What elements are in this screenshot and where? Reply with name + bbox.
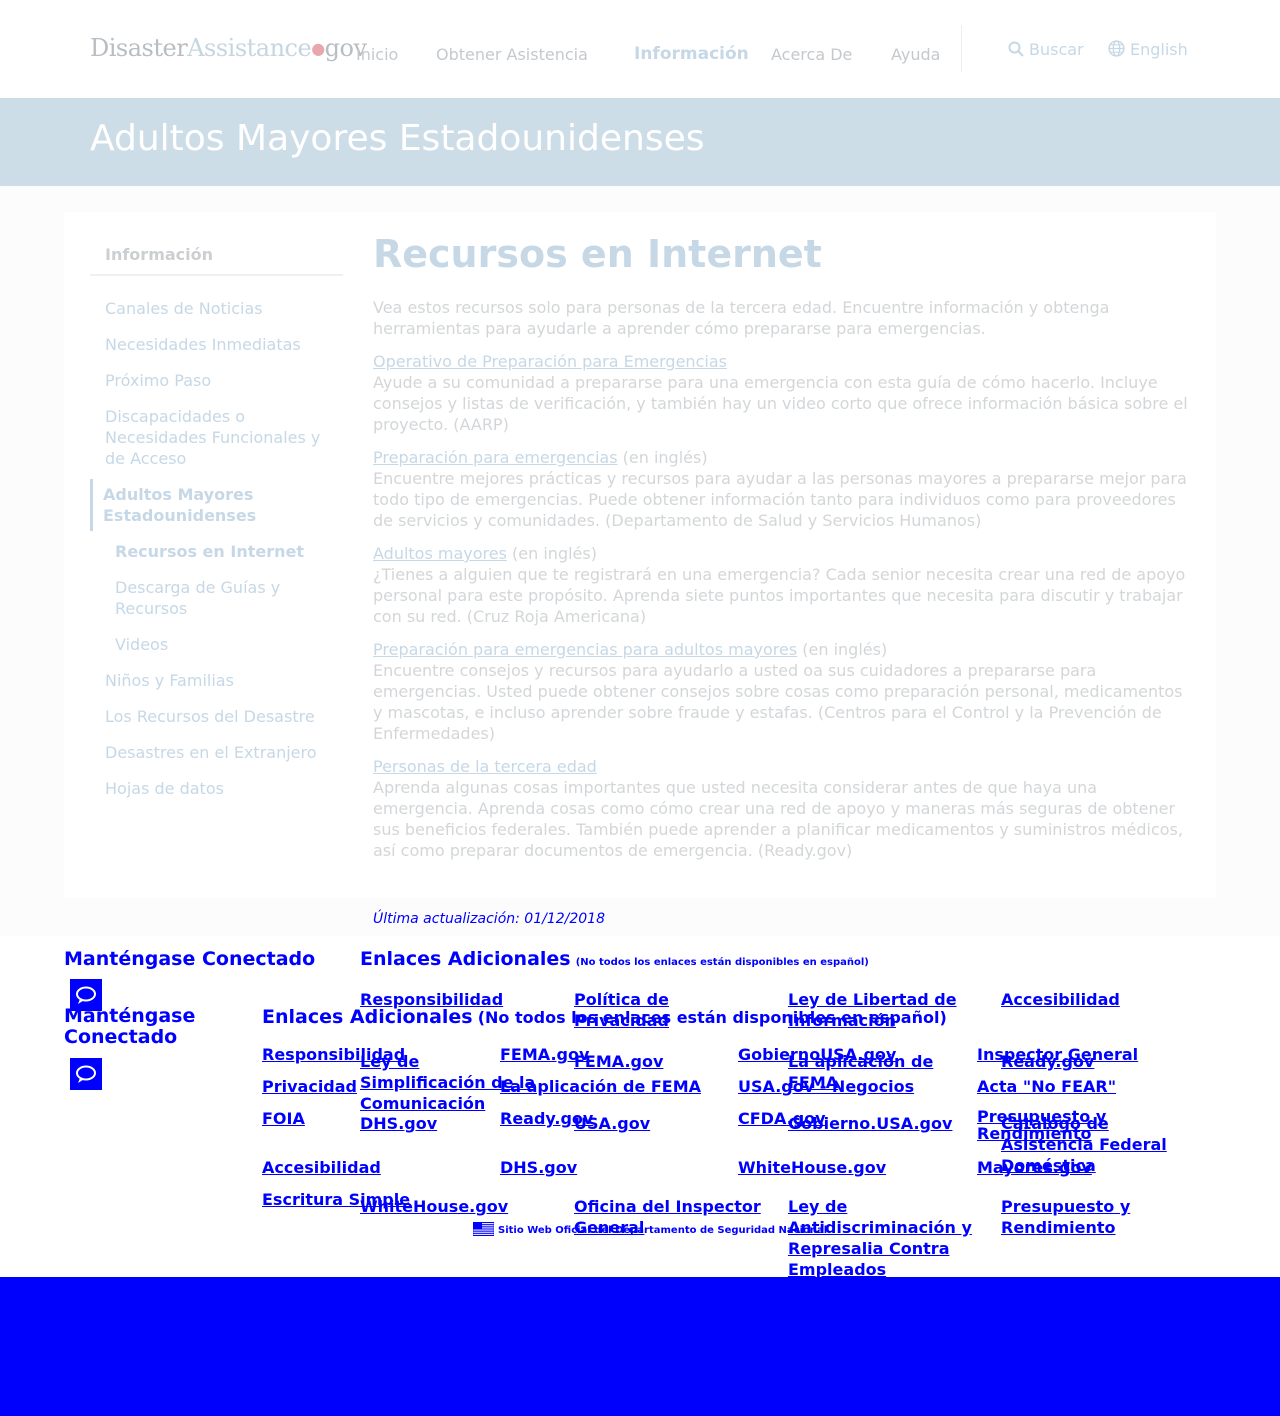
footer-connect-heading: Manténgase Conectado — [64, 948, 316, 970]
footer-links-note: (No todos los enlaces están disponibles … — [575, 957, 869, 968]
sidebar-item-canales-de-noticias[interactable]: Canales de Noticias — [105, 298, 330, 319]
search-icon — [1008, 41, 1024, 57]
nav-obtener-asistencia[interactable]: Obtener Asistencia — [436, 45, 588, 64]
resource-item: Preparación para emergencias (en inglés)… — [373, 447, 1195, 531]
content-body: Vea estos recursos solo para personas de… — [373, 297, 1195, 873]
footer-links-note-alt: (No todos los enlaces están disponibles … — [477, 1008, 947, 1027]
footer-link[interactable]: USA.gov — [574, 1113, 764, 1134]
footer-links-heading: Enlaces Adicionales — [360, 948, 571, 970]
resource-note: (en inglés) — [506, 544, 597, 563]
sidebar-subitem-recursos-en-internet[interactable]: Recursos en Internet — [115, 541, 325, 562]
page-title: Adultos Mayores Estadounidenses — [90, 118, 705, 159]
footer-alt-link[interactable]: Accesibilidad — [262, 1157, 381, 1178]
footer-link[interactable]: Accesibilidad — [1001, 989, 1191, 1010]
footer-alt-link[interactable]: Acta "No FEAR" — [977, 1076, 1116, 1097]
globe-icon — [1108, 40, 1125, 57]
footer-alt-link[interactable]: USA.gov - Negocios — [738, 1076, 914, 1097]
sidebar-item-desastres-en-el-extranjero[interactable]: Desastres en el Extranjero — [105, 742, 330, 763]
resource-description: Ayude a su comunidad a prepararse para u… — [373, 373, 1188, 434]
sidebar-item-necesidades-inmediatas[interactable]: Necesidades Inmediatas — [105, 334, 330, 355]
site-logo[interactable]: DisasterAssistance●gov — [90, 34, 367, 62]
resource-item: Preparación para emergencias para adulto… — [373, 639, 1195, 744]
footer-alt-link[interactable]: Privacidad — [262, 1076, 357, 1097]
nav-informacion[interactable]: Información — [634, 44, 749, 64]
language-label: English — [1130, 40, 1188, 59]
nav-acerca-de[interactable]: Acerca De — [771, 45, 852, 64]
resource-note: (en inglés) — [617, 448, 708, 467]
resource-link[interactable]: Adultos mayores — [373, 544, 507, 563]
sidebar-item-recursos-del-desastre[interactable]: Los Recursos del Desastre — [105, 706, 330, 727]
footer-alt-link[interactable]: Escritura Simple — [262, 1189, 410, 1210]
chat-bubble-icon — [76, 1065, 96, 1083]
resource-link[interactable]: Personas de la tercera edad — [373, 757, 597, 776]
sidebar-divider — [90, 274, 343, 276]
last-updated: Última actualización: 01/12/2018 — [373, 911, 605, 927]
logo-disaster: Disaster — [90, 34, 188, 62]
content-intro: Vea estos recursos solo para personas de… — [373, 298, 1110, 338]
resource-item: Operativo de Preparación para Emergencia… — [373, 351, 1195, 435]
us-flag-icon — [472, 1221, 495, 1237]
nav-divider — [961, 25, 962, 72]
footer-link[interactable]: Presupuesto y Rendimiento — [1001, 1196, 1191, 1238]
sidebar-subitem-descarga-de-guias[interactable]: Descarga de Guías y Recursos — [115, 577, 325, 619]
sidebar-item-proximo-paso[interactable]: Próximo Paso — [105, 370, 330, 391]
resource-description: Encuentre consejos y recursos para ayuda… — [373, 661, 1183, 743]
chat-bubble-icon — [76, 986, 96, 1004]
sidebar-item-adultos-mayores[interactable]: Adultos Mayores Estadounidenses — [103, 484, 323, 526]
footer-alt-link[interactable]: Presupuesto y Rendimiento — [977, 1108, 1117, 1142]
sidebar-item-ninos-y-familias[interactable]: Niños y Familias — [105, 670, 330, 691]
footer-alt-link[interactable]: CFDA.gov — [738, 1108, 826, 1129]
resource-note: (en inglés) — [797, 640, 888, 659]
footer-alt-link[interactable]: Mayores.gov — [977, 1157, 1092, 1178]
resource-link[interactable]: Preparación para emergencias — [373, 448, 618, 467]
footer-links-heading-row: Enlaces Adicionales (No todos los enlace… — [360, 948, 869, 970]
footer-link[interactable]: FEMA.gov — [574, 1051, 764, 1072]
footer-connect-heading-alt: Manténgase Conectado — [64, 1005, 196, 1048]
resource-description: ¿Tienes a alguien que te registrará en u… — [373, 565, 1186, 626]
footer-alt-link[interactable]: La aplicación de FEMA — [500, 1076, 701, 1097]
resource-link[interactable]: Operativo de Preparación para Emergencia… — [373, 352, 727, 371]
footer-alt-link[interactable]: DHS.gov — [500, 1157, 577, 1178]
sidebar-current-indicator — [90, 479, 93, 531]
official-notice-text: Sitio Web Oficial del Departamento de Se… — [498, 1225, 828, 1236]
nav-inicio[interactable]: Inicio — [356, 45, 398, 64]
footer-alt-link[interactable]: Responsibilidad — [262, 1044, 405, 1065]
footer-alt-link[interactable]: WhiteHouse.gov — [738, 1157, 886, 1178]
footer-alt-link[interactable]: FOIA — [262, 1108, 305, 1129]
footer-alt-link[interactable]: Ready.gov — [500, 1108, 593, 1129]
footer-alt-link[interactable]: Inspector General — [977, 1044, 1138, 1065]
official-site-notice: Sitio Web Oficial del Departamento de Se… — [472, 1221, 828, 1237]
logo-assistance: Assistance — [187, 34, 312, 62]
sidebar-heading: Información — [105, 245, 214, 264]
sidebar-item-discapacidades[interactable]: Discapacidades o Necesidades Funcionales… — [105, 406, 333, 469]
search-label: Buscar — [1029, 40, 1084, 59]
resource-description: Aprenda algunas cosas importantes que us… — [373, 778, 1183, 860]
footer-bottom-bar — [0, 1277, 1280, 1416]
footer-links-heading-row-alt: Enlaces Adicionales (No todos los enlace… — [262, 1006, 947, 1028]
chat-button-alt[interactable] — [70, 1058, 102, 1090]
sidebar-item-hojas-de-datos[interactable]: Hojas de datos — [105, 778, 330, 799]
logo-dot: ● — [311, 39, 325, 58]
resource-item: Adultos mayores (en inglés) ¿Tienes a alg… — [373, 543, 1195, 627]
footer-links-heading-alt: Enlaces Adicionales — [262, 1006, 473, 1028]
language-link[interactable]: English — [1108, 40, 1188, 59]
sidebar-subitem-videos[interactable]: Videos — [115, 634, 325, 655]
resource-link[interactable]: Preparación para emergencias para adulto… — [373, 640, 797, 659]
footer-alt-link[interactable]: FEMA.gov — [500, 1044, 589, 1065]
resource-description: Encuentre mejores prácticas y recursos p… — [373, 469, 1187, 530]
footer-alt-link[interactable]: GobiernoUSA.gov — [738, 1044, 896, 1065]
content-title: Recursos en Internet — [373, 232, 822, 276]
resource-item: Personas de la tercera edad Aprenda algun… — [373, 756, 1195, 861]
search-link[interactable]: Buscar — [1008, 40, 1084, 59]
nav-ayuda[interactable]: Ayuda — [891, 45, 940, 64]
